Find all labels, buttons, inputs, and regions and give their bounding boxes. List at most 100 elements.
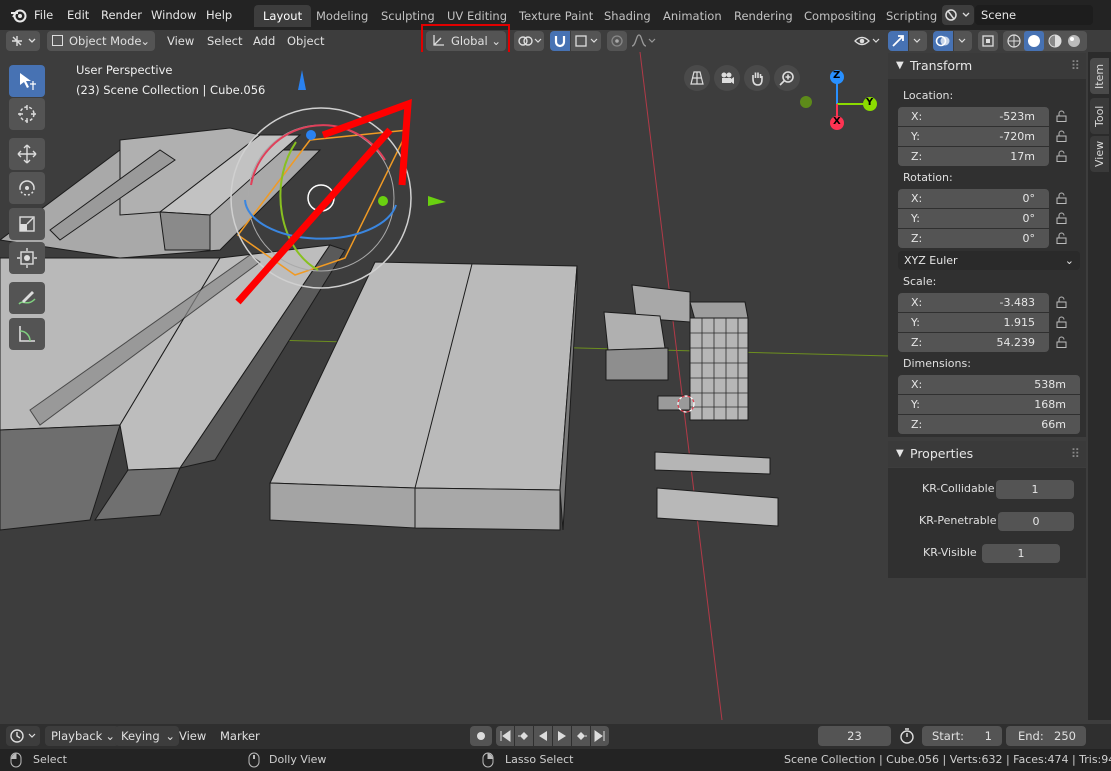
dimensions-x-field[interactable]: X: 538m <box>898 375 1080 394</box>
menu-window[interactable]: Window <box>145 5 202 25</box>
jump-end-icon[interactable] <box>591 726 609 746</box>
lock-icon[interactable] <box>1056 150 1068 162</box>
menu-select[interactable]: Select <box>203 31 246 51</box>
menu-view[interactable]: View <box>163 31 198 51</box>
prev-keyframe-icon[interactable] <box>515 726 533 746</box>
lock-icon[interactable] <box>1056 212 1068 224</box>
lock-icon[interactable] <box>1056 316 1068 328</box>
transform-orientation-dropdown[interactable]: Global ⌄ <box>426 31 506 51</box>
annotate-tool[interactable] <box>9 282 45 314</box>
menu-help[interactable]: Help <box>200 5 238 25</box>
pivot-point-dropdown[interactable] <box>514 31 544 51</box>
editor-type-button[interactable] <box>6 31 40 51</box>
xray-toggle[interactable] <box>978 31 998 51</box>
location-y-field[interactable]: Y: -720m <box>898 127 1049 146</box>
measure-tool[interactable] <box>9 318 45 350</box>
end-frame-field[interactable]: End: 250 <box>1006 726 1086 746</box>
overlays-toggle[interactable] <box>933 31 953 51</box>
rendered-shading-icon[interactable] <box>1066 33 1082 49</box>
properties-panel-header[interactable]: ▼ Properties ⠿ <box>888 441 1086 467</box>
tab-view[interactable]: View <box>1090 136 1109 172</box>
menu-edit[interactable]: Edit <box>61 5 95 25</box>
start-frame-field[interactable]: Start: 1 <box>922 726 1002 746</box>
playback-menu[interactable]: Playback ⌄ <box>45 726 119 746</box>
current-frame-field[interactable]: 23 <box>818 726 891 746</box>
rotation-mode-dropdown[interactable]: XYZ Euler ⌄ <box>898 251 1080 270</box>
lock-icon[interactable] <box>1056 130 1068 142</box>
scene-name-field[interactable]: Scene <box>975 5 1093 25</box>
gizmo-toggle[interactable] <box>888 31 908 51</box>
rotate-tool[interactable] <box>9 172 45 204</box>
tab-compositing[interactable]: Compositing <box>795 5 885 27</box>
location-x-field[interactable]: X: -523m <box>898 107 1049 126</box>
timeline-view-menu[interactable]: View <box>175 726 210 746</box>
property-value-field[interactable]: 1 <box>996 480 1074 499</box>
tab-texture-paint[interactable]: Texture Paint <box>510 5 602 27</box>
dimensions-z-field[interactable]: Z: 66m <box>898 415 1080 434</box>
wireframe-shading-icon[interactable] <box>1006 33 1022 49</box>
collapse-triangle-icon: ▼ <box>896 60 904 71</box>
proportional-edit-toggle[interactable] <box>607 31 627 51</box>
scale-y-field[interactable]: Y: 1.915 <box>898 313 1049 332</box>
proportional-falloff-dropdown[interactable] <box>630 31 658 51</box>
drag-handle-icon[interactable]: ⠿ <box>1071 441 1080 467</box>
menu-add[interactable]: Add <box>249 31 279 51</box>
tab-modeling[interactable]: Modeling <box>307 5 377 27</box>
property-value-field[interactable]: 0 <box>998 512 1074 531</box>
timeline-editor-type-button[interactable] <box>6 726 40 746</box>
jump-start-icon[interactable] <box>496 726 514 746</box>
solid-shading-icon[interactable] <box>1024 31 1044 51</box>
scale-tool[interactable] <box>9 208 45 240</box>
transform-panel-header[interactable]: ▼ Transform ⠿ <box>888 53 1086 79</box>
record-button[interactable] <box>470 726 492 746</box>
menu-render[interactable]: Render <box>95 5 148 25</box>
lock-icon[interactable] <box>1056 192 1068 204</box>
dimensions-y-field[interactable]: Y: 168m <box>898 395 1080 414</box>
rotation-x-field[interactable]: X: 0° <box>898 189 1049 208</box>
select-box-tool[interactable] <box>9 65 45 97</box>
snap-toggle[interactable] <box>550 31 570 51</box>
navigation-gizmo[interactable]: Z Y X <box>795 66 885 156</box>
drag-handle-icon[interactable]: ⠿ <box>1071 53 1080 79</box>
tab-shading[interactable]: Shading <box>595 5 660 27</box>
blender-logo-icon[interactable] <box>10 6 28 24</box>
rotation-y-field[interactable]: Y: 0° <box>898 209 1049 228</box>
tab-item[interactable]: Item <box>1090 58 1109 94</box>
lock-icon[interactable] <box>1056 232 1068 244</box>
snap-target-dropdown[interactable] <box>571 31 601 51</box>
next-keyframe-icon[interactable] <box>572 726 590 746</box>
visibility-dropdown[interactable] <box>852 31 882 51</box>
location-z-field[interactable]: Z: 17m <box>898 147 1049 166</box>
transform-tool[interactable] <box>9 242 45 274</box>
grid-view-icon[interactable] <box>684 65 710 91</box>
scale-x-field[interactable]: X: -3.483 <box>898 293 1049 312</box>
keying-menu[interactable]: Keying ⌄ <box>115 726 179 746</box>
scene-selector-button[interactable] <box>942 5 974 25</box>
cursor-tool[interactable] <box>9 98 45 130</box>
move-tool[interactable] <box>9 138 45 170</box>
tab-scripting[interactable]: Scripting <box>877 5 946 27</box>
tab-layout[interactable]: Layout <box>254 5 312 27</box>
tab-animation[interactable]: Animation <box>654 5 731 27</box>
lock-icon[interactable] <box>1056 336 1068 348</box>
stopwatch-icon[interactable] <box>897 727 917 745</box>
marker-menu[interactable]: Marker <box>216 726 264 746</box>
lock-icon[interactable] <box>1056 110 1068 122</box>
gizmo-dropdown[interactable] <box>909 31 927 51</box>
play-reverse-icon[interactable] <box>534 726 552 746</box>
material-shading-icon[interactable] <box>1047 33 1063 49</box>
hand-pan-icon[interactable] <box>744 65 770 91</box>
rotation-z-field[interactable]: Z: 0° <box>898 229 1049 248</box>
scale-z-field[interactable]: Z: 54.239 <box>898 333 1049 352</box>
menu-file[interactable]: File <box>28 5 59 25</box>
lock-icon[interactable] <box>1056 296 1068 308</box>
mode-dropdown[interactable]: Object Mode ⌄ <box>47 31 155 51</box>
overlays-dropdown[interactable] <box>954 31 972 51</box>
camera-view-icon[interactable] <box>714 65 740 91</box>
tab-tool[interactable]: Tool <box>1090 98 1109 134</box>
tab-rendering[interactable]: Rendering <box>725 5 802 27</box>
property-value-field[interactable]: 1 <box>982 544 1060 563</box>
play-icon[interactable] <box>553 726 571 746</box>
axis-y-label: Y: <box>911 398 920 411</box>
menu-object[interactable]: Object <box>283 31 328 51</box>
